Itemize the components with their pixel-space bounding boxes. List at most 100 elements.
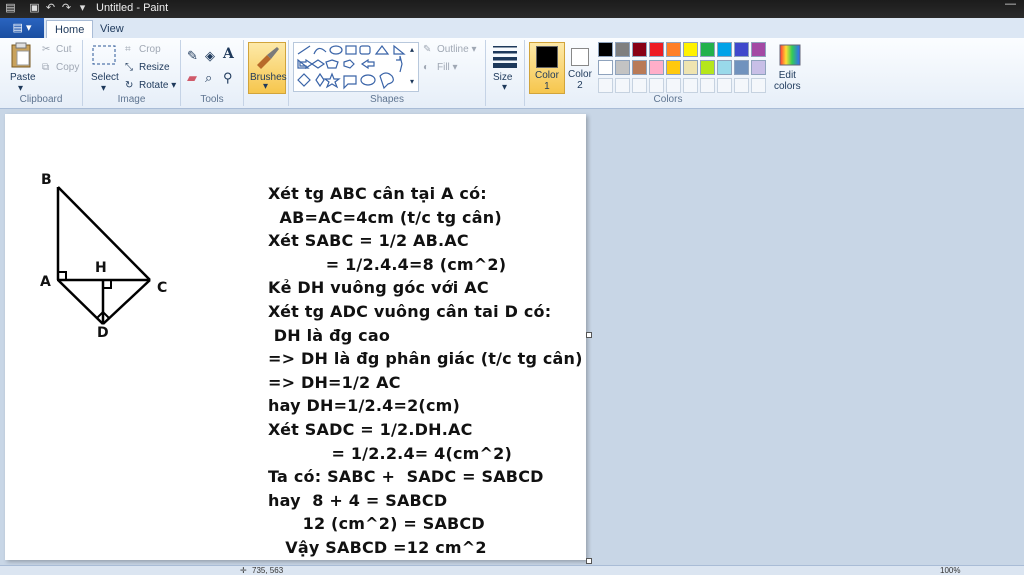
resize-handle-corner[interactable] [586,558,592,564]
palette-swatch[interactable] [683,42,698,57]
paste-button[interactable]: Paste ▾ [6,42,36,94]
solution-line: Vậy SABCD =12 cm^2 [268,538,487,557]
save-icon[interactable]: ▣ [28,2,41,15]
custom-color-slot[interactable] [649,78,664,93]
custom-color-slot[interactable] [717,78,732,93]
palette-swatch[interactable] [717,60,732,75]
palette-swatch[interactable] [666,42,681,57]
color1-button[interactable]: Color 1 [529,42,565,94]
palette-swatch[interactable] [717,42,732,57]
palette-swatch[interactable] [734,42,749,57]
redo-icon[interactable]: ↷ [60,2,73,15]
palette-swatch[interactable] [632,60,647,75]
palette-swatch[interactable] [649,60,664,75]
minimize-icon[interactable]: — [1004,0,1017,11]
custom-color-slot[interactable] [751,78,766,93]
cut-label: Cut [56,44,72,56]
outline-button[interactable]: ✎ Outline ▾ [423,44,477,55]
palette-swatch[interactable] [615,42,630,57]
custom-color-slot[interactable] [615,78,630,93]
customize-toolbar-icon[interactable]: ▾ [76,2,89,15]
solution-line: = 1/2.2.4= 4(cm^2) [268,443,513,463]
solution-line: Ta có: SABC + SADC = SABCD [268,467,544,487]
solution-line: DH là đg cao [268,325,391,345]
custom-color-slot[interactable] [666,78,681,93]
tab-home[interactable]: Home [46,20,94,39]
resize-handle-right[interactable] [586,332,592,338]
color1-label: Color 1 [535,70,559,92]
colors-group: Color 1 Color 2 Edit colors Colors [525,40,811,106]
clipboard-icon [11,42,31,68]
image-group: Select ▾ ⌗ Crop ⤡ Resize ↻ Rotate ▾ Image [83,40,181,106]
cut-button[interactable]: ✂ Cut [42,44,72,55]
palette-swatch[interactable] [598,60,613,75]
shapes-gallery[interactable]: ▴ ▾ [293,42,419,92]
segment-ad [57,279,104,325]
scissors-icon: ✂ [42,44,51,55]
copy-label: Copy [56,62,80,74]
palette-swatch[interactable] [615,60,630,75]
palette-swatch[interactable] [751,42,766,57]
resize-icon: ⤡ [125,62,133,73]
palette-swatch[interactable] [734,60,749,75]
brushes-dropdown-icon: ▾ [263,81,269,92]
color1-swatch [536,46,558,68]
size-button[interactable]: Size ▾ [490,44,520,93]
app-menu-icon[interactable]: ▤ [4,2,17,15]
copy-button[interactable]: ⧉ Copy [42,62,79,73]
palette-swatch[interactable] [700,60,715,75]
clipboard-group: Paste ▾ ✂ Cut ⧉ Copy Clipboard [0,40,83,106]
size-group: Size ▾ [486,40,525,106]
palette-swatch[interactable] [751,60,766,75]
eraser-icon[interactable]: ▰ [187,70,197,86]
solution-line: => DH=1/2 AC [268,372,401,392]
paste-label: Paste [10,72,36,83]
tab-view[interactable]: View [92,20,132,38]
paint-menu-button[interactable]: ▤ ▾ [0,18,44,38]
palette-swatch[interactable] [632,42,647,57]
geometry-diagram [56,186,151,325]
crop-button[interactable]: ⌗ Crop [125,44,161,55]
palette-swatch[interactable] [700,42,715,57]
resize-label: Resize [139,62,170,74]
palette-swatch[interactable] [649,42,664,57]
custom-color-slot[interactable] [734,78,749,93]
select-dropdown-icon: ▾ [101,83,107,94]
line-width-icon [493,46,517,68]
vertex-label-h: H [95,260,107,276]
palette-swatch[interactable] [666,60,681,75]
custom-color-slot[interactable] [632,78,647,93]
resize-button[interactable]: ⤡ Resize [125,62,170,73]
shapes-more-icon[interactable]: ▾ [410,77,414,86]
select-button[interactable]: Select ▾ [89,44,119,94]
rotate-button[interactable]: ↻ Rotate ▾ [125,80,176,91]
color2-label: Color 2 [568,69,592,91]
vertex-label-d: D [97,325,109,341]
custom-color-slot[interactable] [700,78,715,93]
custom-color-slot[interactable] [683,78,698,93]
brushes-button[interactable]: Brushes ▾ [248,42,287,94]
undo-icon[interactable]: ↶ [44,2,57,15]
fill-bucket-icon[interactable]: ◈ [205,48,215,64]
window-title: Untitled - Paint [96,2,169,14]
color2-button[interactable]: Color 2 [566,42,594,92]
custom-color-slot[interactable] [598,78,613,93]
palette-swatch[interactable] [598,42,613,57]
fill-button[interactable]: ◐ Fill ▾ [423,62,458,73]
vertex-label-c: C [157,280,168,296]
tools-group-label: Tools [200,94,224,105]
palette-swatch[interactable] [683,60,698,75]
edit-colors-button[interactable]: Edit colors [772,42,808,92]
vertex-label-a: A [40,274,51,290]
ribbon: Paste ▾ ✂ Cut ⧉ Copy Clipboard Select ▾ ⌗ C… [0,38,1024,109]
shapes-scroll-up-icon[interactable]: ▴ [410,45,414,54]
vertex-label-b: B [41,172,52,188]
text-icon[interactable]: A [223,46,234,62]
color-picker-icon[interactable]: ⌕ [205,70,212,86]
magnifier-icon[interactable]: ⚲ [223,70,233,86]
solution-line: Xét SABC = 1/2 AB.AC [268,231,469,251]
pencil-icon[interactable]: ✎ [187,48,198,64]
select-label: Select [91,72,119,83]
solution-line: AB=AC=4cm (t/c tg cân) [268,207,502,227]
drawing-canvas[interactable]: B A H C D Xét tg ABC cân tại A có: AB=AC… [5,114,586,560]
